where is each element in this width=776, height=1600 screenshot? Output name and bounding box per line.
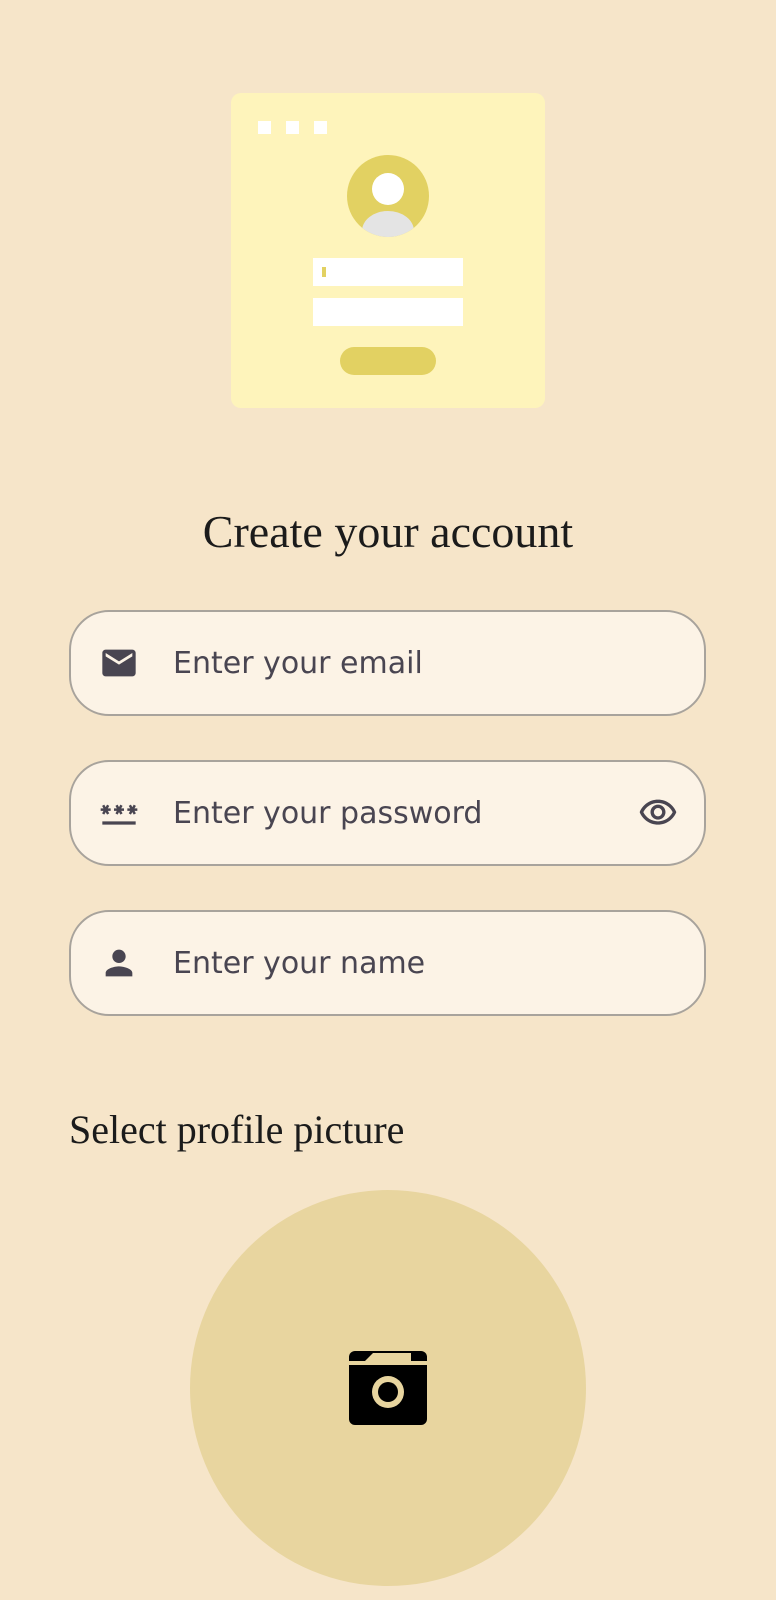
- person-icon: [105, 949, 133, 977]
- camera-icon[interactable]: [347, 1347, 429, 1427]
- illustration-avatar-body: [362, 211, 414, 237]
- email-icon: [102, 649, 136, 677]
- name-input[interactable]: [173, 934, 593, 992]
- illustration-avatar: [347, 155, 429, 237]
- illustration-avatar-head: [372, 173, 404, 205]
- password-field[interactable]: [69, 760, 706, 866]
- page-title: Create your account: [202, 506, 574, 557]
- illustration-window-dot: [314, 121, 327, 134]
- name-field[interactable]: [69, 910, 706, 1016]
- illustration-field: [313, 298, 463, 326]
- illustration-button: [340, 347, 436, 375]
- email-input[interactable]: [173, 634, 593, 692]
- password-input[interactable]: [173, 784, 593, 842]
- illustration-window-dot: [258, 121, 271, 134]
- eye-icon[interactable]: [634, 793, 682, 833]
- password-icon: [100, 804, 138, 825]
- profile-picture-picker[interactable]: [190, 1190, 586, 1586]
- illustration-cursor: [322, 267, 326, 277]
- signup-illustration: [231, 93, 545, 408]
- illustration-field: [313, 258, 463, 286]
- profile-picture-label: Select profile picture: [69, 1107, 405, 1152]
- illustration-window-dot: [286, 121, 299, 134]
- email-field[interactable]: [69, 610, 706, 716]
